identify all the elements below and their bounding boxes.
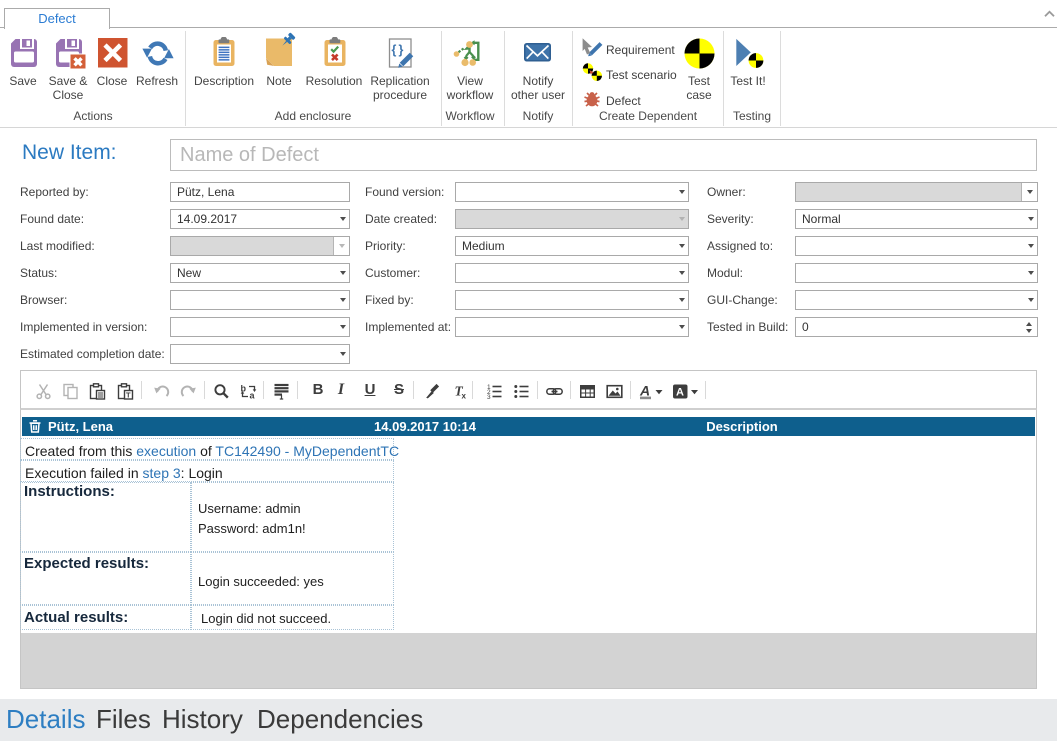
svg-text:{: { [392, 43, 397, 57]
svg-text:A: A [676, 387, 684, 399]
svg-text:b: b [241, 384, 247, 394]
svg-text:a: a [250, 391, 256, 401]
svg-text:A: A [639, 383, 650, 399]
svg-text:3: 3 [487, 394, 491, 400]
svg-text:}: } [399, 43, 404, 57]
svg-text:T: T [126, 391, 131, 400]
svg-text:x: x [462, 392, 467, 401]
